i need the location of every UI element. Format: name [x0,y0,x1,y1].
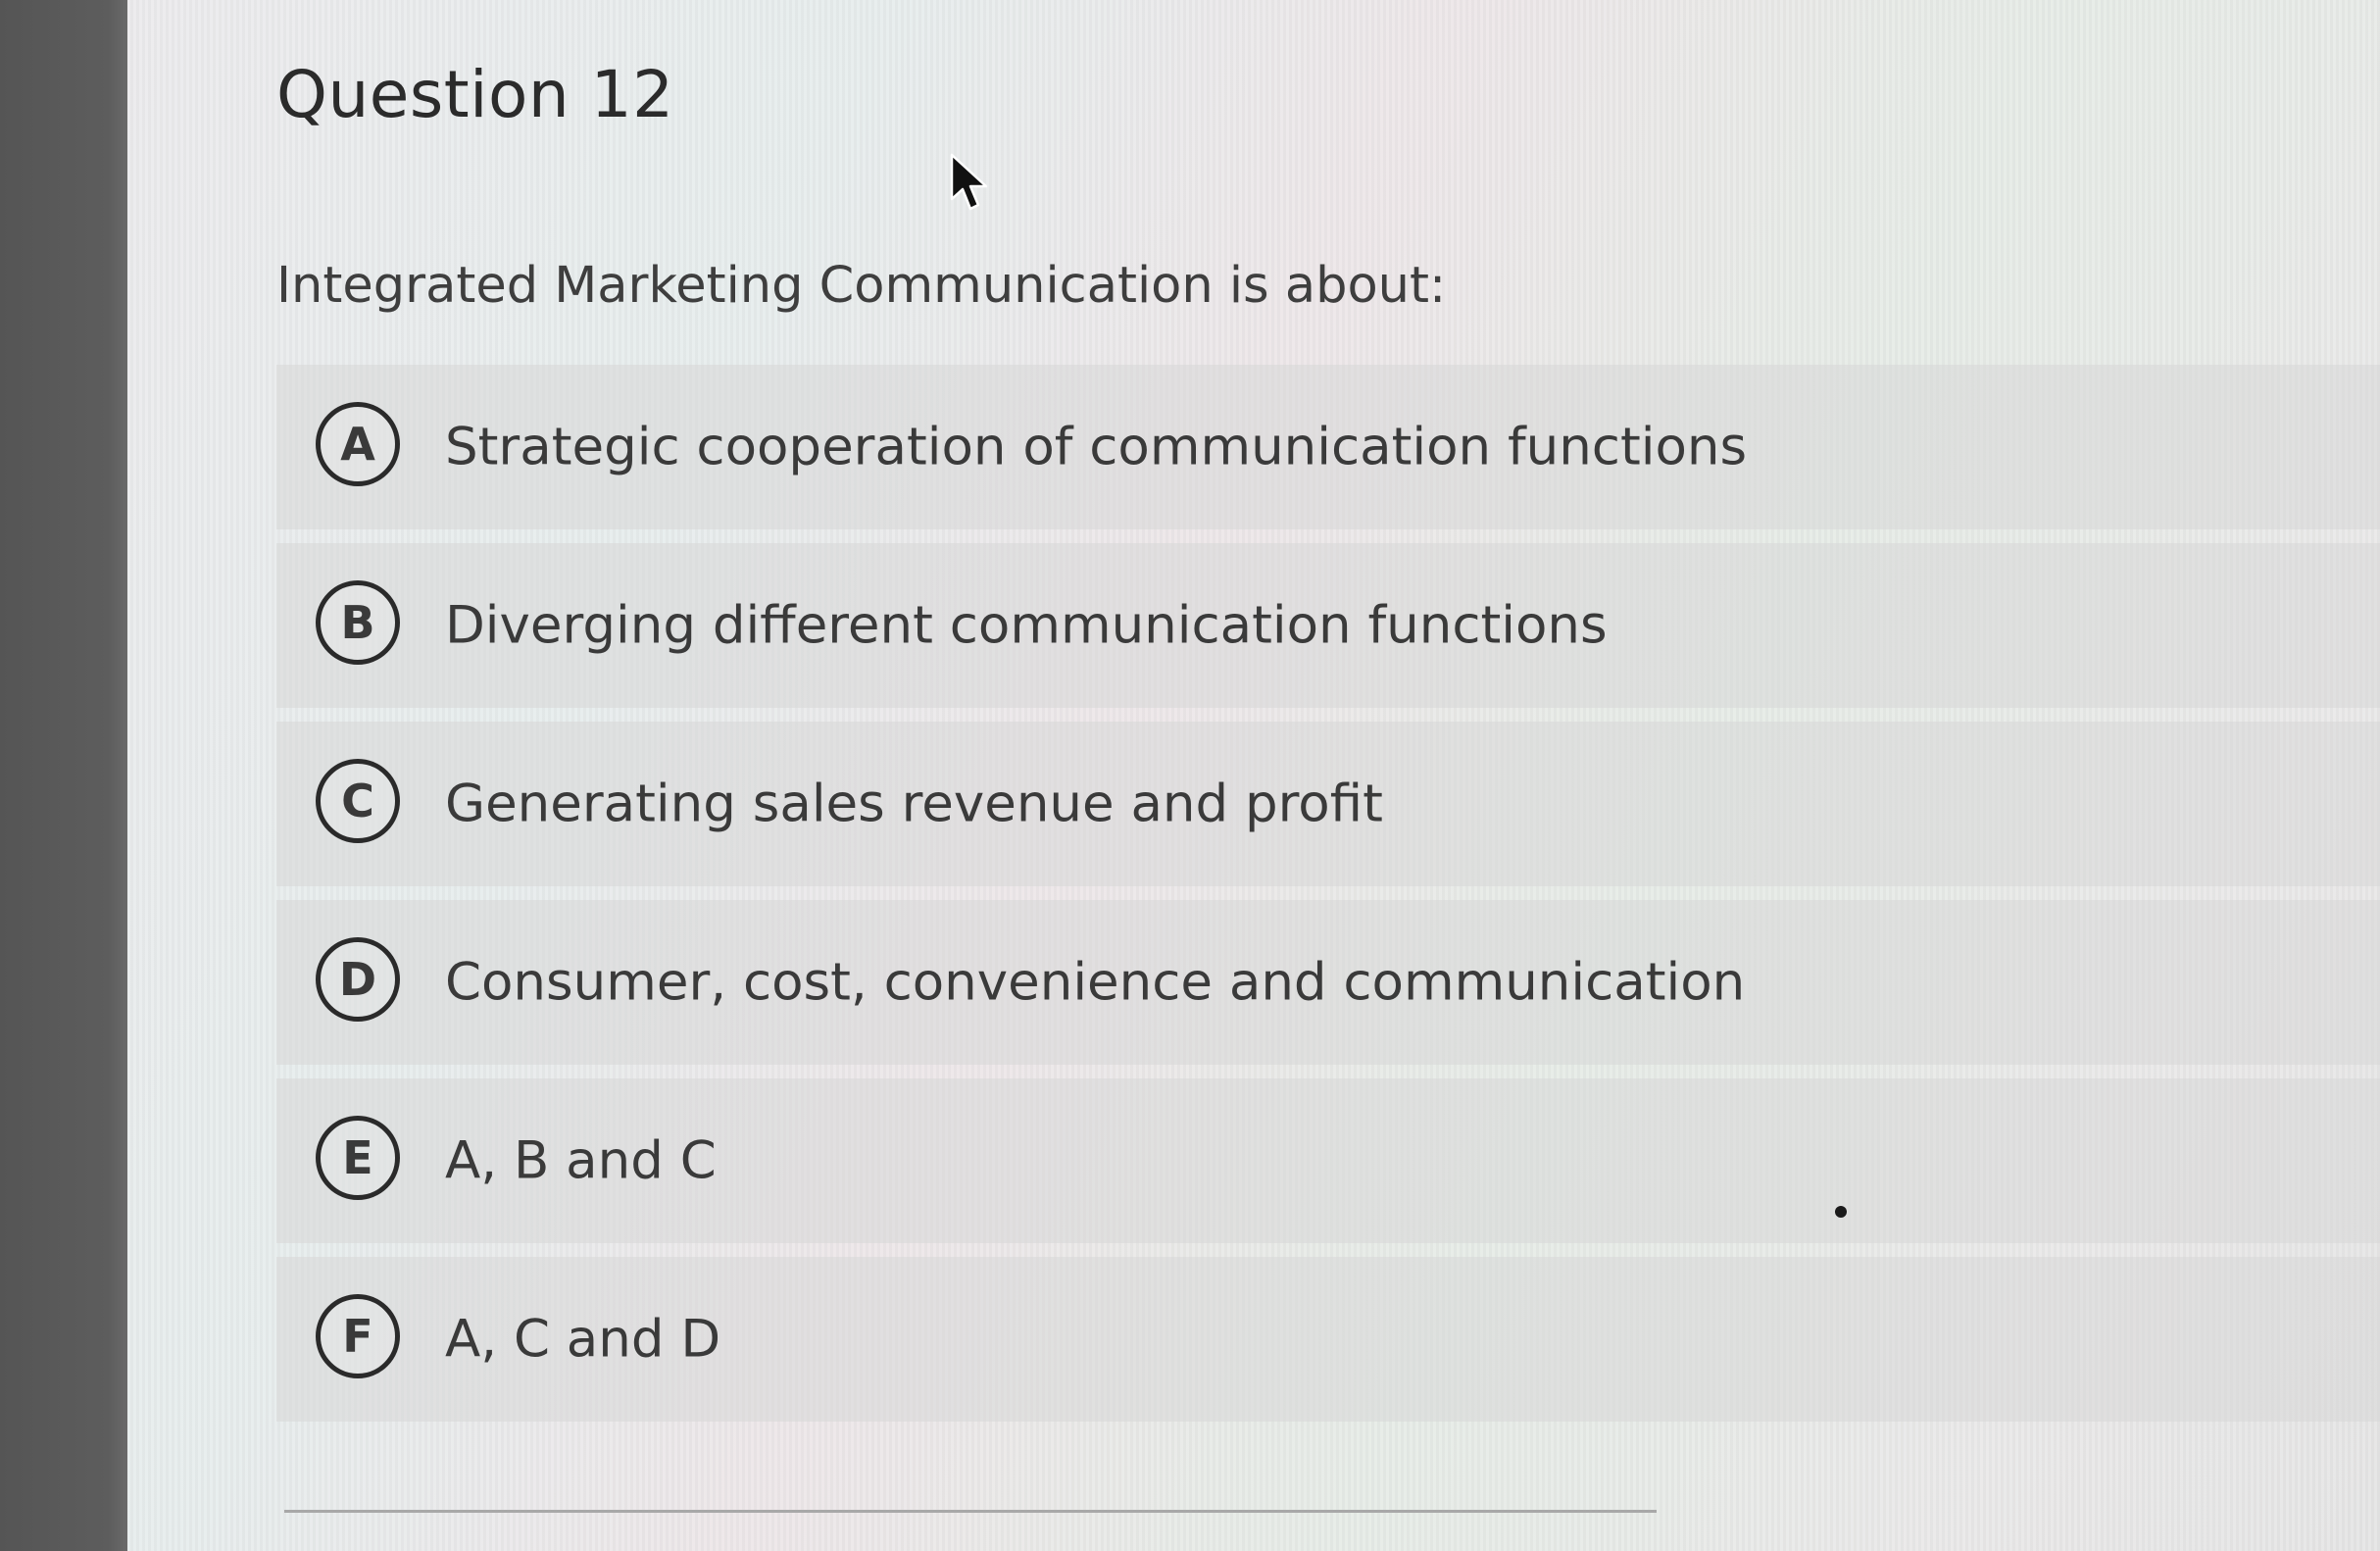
option-letter-badge[interactable]: C [316,759,400,843]
option-f[interactable]: F A, C and D [276,1257,2380,1422]
question-title: Question 12 [276,57,674,132]
screen-speck [1835,1206,1847,1218]
answer-options: A Strategic cooperation of communication… [276,365,2380,1435]
option-label: A, B and C [445,1130,717,1191]
option-b[interactable]: B Diverging different communication func… [276,543,2380,708]
option-label: Strategic cooperation of communication f… [445,417,1748,477]
option-a[interactable]: A Strategic cooperation of communication… [276,365,2380,529]
option-letter-badge[interactable]: F [316,1294,400,1378]
option-letter-badge[interactable]: E [316,1116,400,1200]
question-prompt: Integrated Marketing Communication is ab… [276,257,1447,315]
mouse-pointer-icon [950,153,988,211]
option-letter-badge[interactable]: D [316,937,400,1022]
option-d[interactable]: D Consumer, cost, convenience and commun… [276,900,2380,1065]
option-letter-badge[interactable]: B [316,580,400,665]
option-letter-badge[interactable]: A [316,402,400,486]
option-label: Generating sales revenue and profit [445,774,1383,834]
option-e[interactable]: E A, B and C [276,1078,2380,1243]
option-c[interactable]: C Generating sales revenue and profit [276,722,2380,886]
divider [284,1510,1657,1513]
option-label: A, C and D [445,1309,721,1370]
left-bar [0,0,127,1551]
option-label: Diverging different communication functi… [445,595,1608,656]
option-label: Consumer, cost, convenience and communic… [445,952,1746,1013]
